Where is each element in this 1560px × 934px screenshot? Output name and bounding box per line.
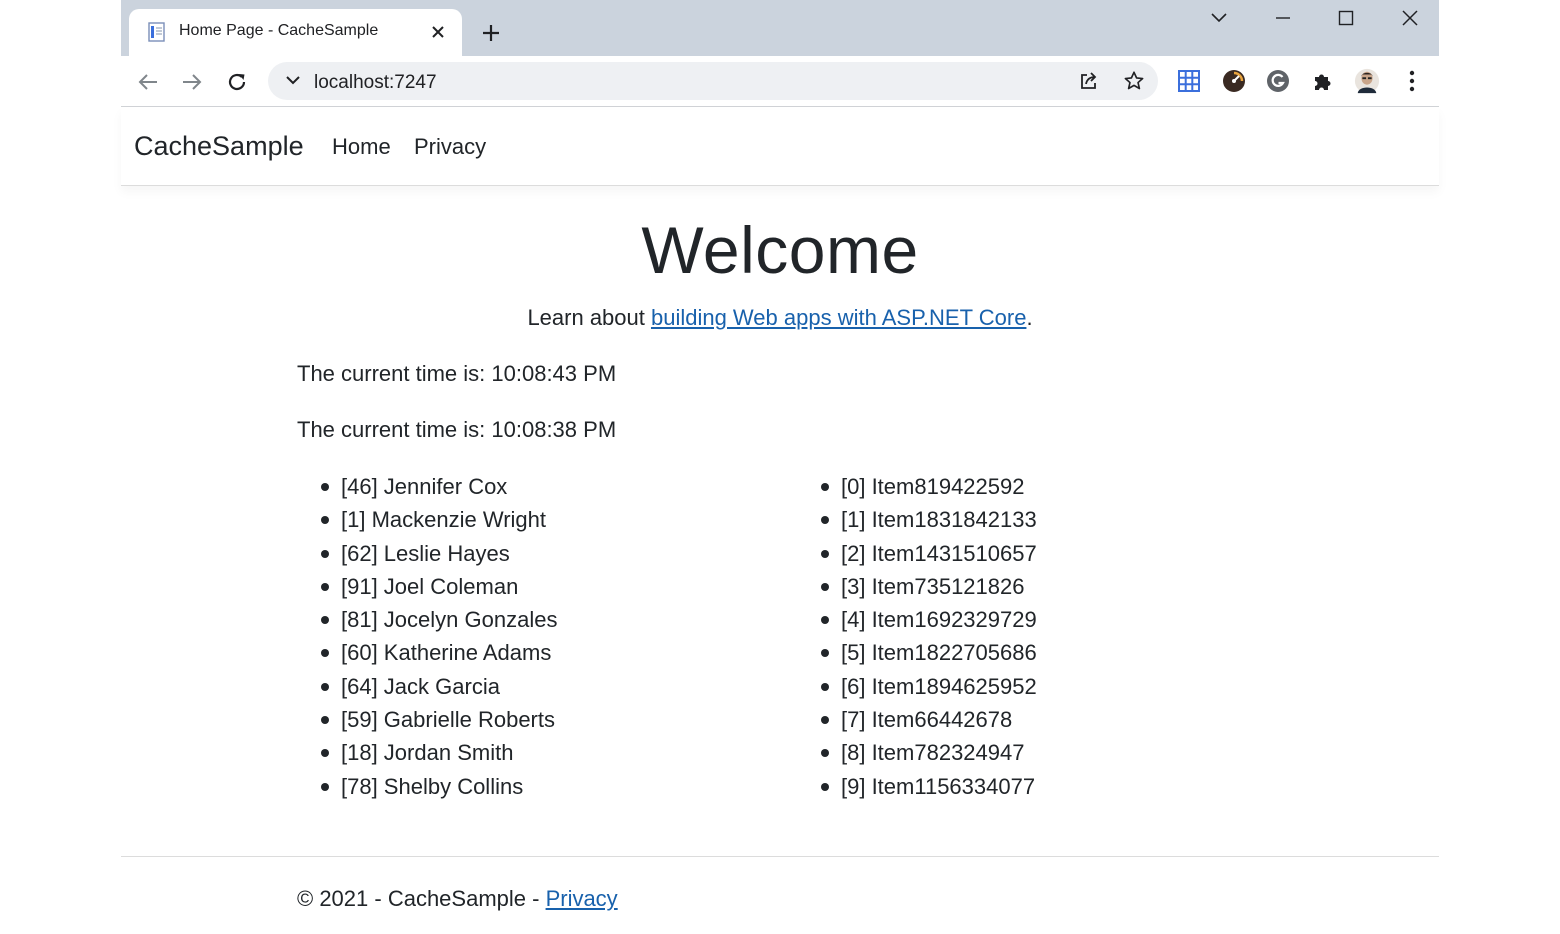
list-item: [18] Jordan Smith xyxy=(297,738,557,771)
list-item: [59] Gabrielle Roberts xyxy=(297,705,557,738)
browser-toolbar: localhost:7247 xyxy=(121,56,1439,107)
minimize-icon[interactable] xyxy=(1269,6,1297,30)
browser-tab[interactable]: Home Page - CacheSample xyxy=(129,9,462,56)
nav-privacy[interactable]: Privacy xyxy=(414,134,486,160)
site-navbar: CacheSample Home Privacy xyxy=(121,107,1439,186)
list-item: [3] Item735121826 xyxy=(797,572,1037,605)
brand-link[interactable]: CacheSample xyxy=(134,131,304,162)
list-item: [46] Jennifer Cox xyxy=(297,472,557,505)
items-list: [0] Item819422592 [1] Item1831842133 [2]… xyxy=(797,472,1037,805)
learn-suffix: . xyxy=(1026,305,1033,330)
tab-strip: Home Page - CacheSample xyxy=(121,0,1439,56)
list-item: [6] Item1894625952 xyxy=(797,672,1037,705)
current-time-1: The current time is: 10:08:43 PM xyxy=(297,361,617,386)
kebab-menu-icon[interactable] xyxy=(1399,68,1425,94)
learn-prefix: Learn about xyxy=(527,305,651,330)
list-item: [2] Item1431510657 xyxy=(797,539,1037,572)
back-arrow-icon[interactable] xyxy=(133,67,163,97)
aspnet-docs-link[interactable]: building Web apps with ASP.NET Core xyxy=(651,305,1026,330)
footer-privacy-link[interactable]: Privacy xyxy=(546,886,618,911)
list-item: [0] Item819422592 xyxy=(797,472,1037,505)
footer: © 2021 - CacheSample - Privacy xyxy=(297,886,618,912)
address-bar[interactable]: localhost:7247 xyxy=(268,62,1158,100)
reload-icon[interactable] xyxy=(222,67,252,97)
list-item: [64] Jack Garcia xyxy=(297,672,557,705)
list-item: [1] Item1831842133 xyxy=(797,505,1037,538)
plus-icon[interactable] xyxy=(477,19,505,47)
star-icon[interactable] xyxy=(1121,68,1147,94)
list-item: [78] Shelby Collins xyxy=(297,772,557,805)
share-icon[interactable] xyxy=(1076,68,1102,94)
url-text[interactable]: localhost:7247 xyxy=(314,72,437,94)
list-item: [9] Item1156334077 xyxy=(797,772,1037,805)
list-item: [60] Katherine Adams xyxy=(297,638,557,671)
profile-avatar[interactable] xyxy=(1354,68,1380,94)
tab-title: Home Page - CacheSample xyxy=(179,22,379,39)
list-item: [4] Item1692329729 xyxy=(797,605,1037,638)
close-window-icon[interactable] xyxy=(1396,6,1424,30)
footer-text: © 2021 - CacheSample - xyxy=(297,886,546,911)
list-item: [62] Leslie Hayes xyxy=(297,539,557,572)
grid-extension-icon[interactable] xyxy=(1176,68,1202,94)
chevron-down-icon[interactable] xyxy=(280,68,306,94)
browser-window: Home Page - CacheSample localhost:7247 C… xyxy=(121,0,1439,934)
list-item: [91] Joel Coleman xyxy=(297,572,557,605)
list-item: [7] Item66442678 xyxy=(797,705,1037,738)
speed-extension-icon[interactable] xyxy=(1221,68,1247,94)
footer-divider xyxy=(121,856,1439,857)
people-list: [46] Jennifer Cox [1] Mackenzie Wright [… xyxy=(297,472,557,805)
current-time-2: The current time is: 10:08:38 PM xyxy=(297,417,617,442)
list-item: [1] Mackenzie Wright xyxy=(297,505,557,538)
favicon-icon xyxy=(147,22,167,42)
forward-arrow-icon[interactable] xyxy=(177,67,207,97)
close-icon[interactable] xyxy=(426,20,450,44)
grammarly-icon[interactable] xyxy=(1265,68,1291,94)
learn-text: Learn about building Web apps with ASP.N… xyxy=(121,305,1439,331)
chevron-down-icon[interactable] xyxy=(1205,6,1233,30)
list-item: [5] Item1822705686 xyxy=(797,638,1037,671)
nav-home[interactable]: Home xyxy=(332,134,391,160)
list-item: [8] Item782324947 xyxy=(797,738,1037,771)
page-title: Welcome xyxy=(641,213,919,287)
puzzle-icon[interactable] xyxy=(1310,68,1336,94)
list-item: [81] Jocelyn Gonzales xyxy=(297,605,557,638)
maximize-icon[interactable] xyxy=(1332,6,1360,30)
